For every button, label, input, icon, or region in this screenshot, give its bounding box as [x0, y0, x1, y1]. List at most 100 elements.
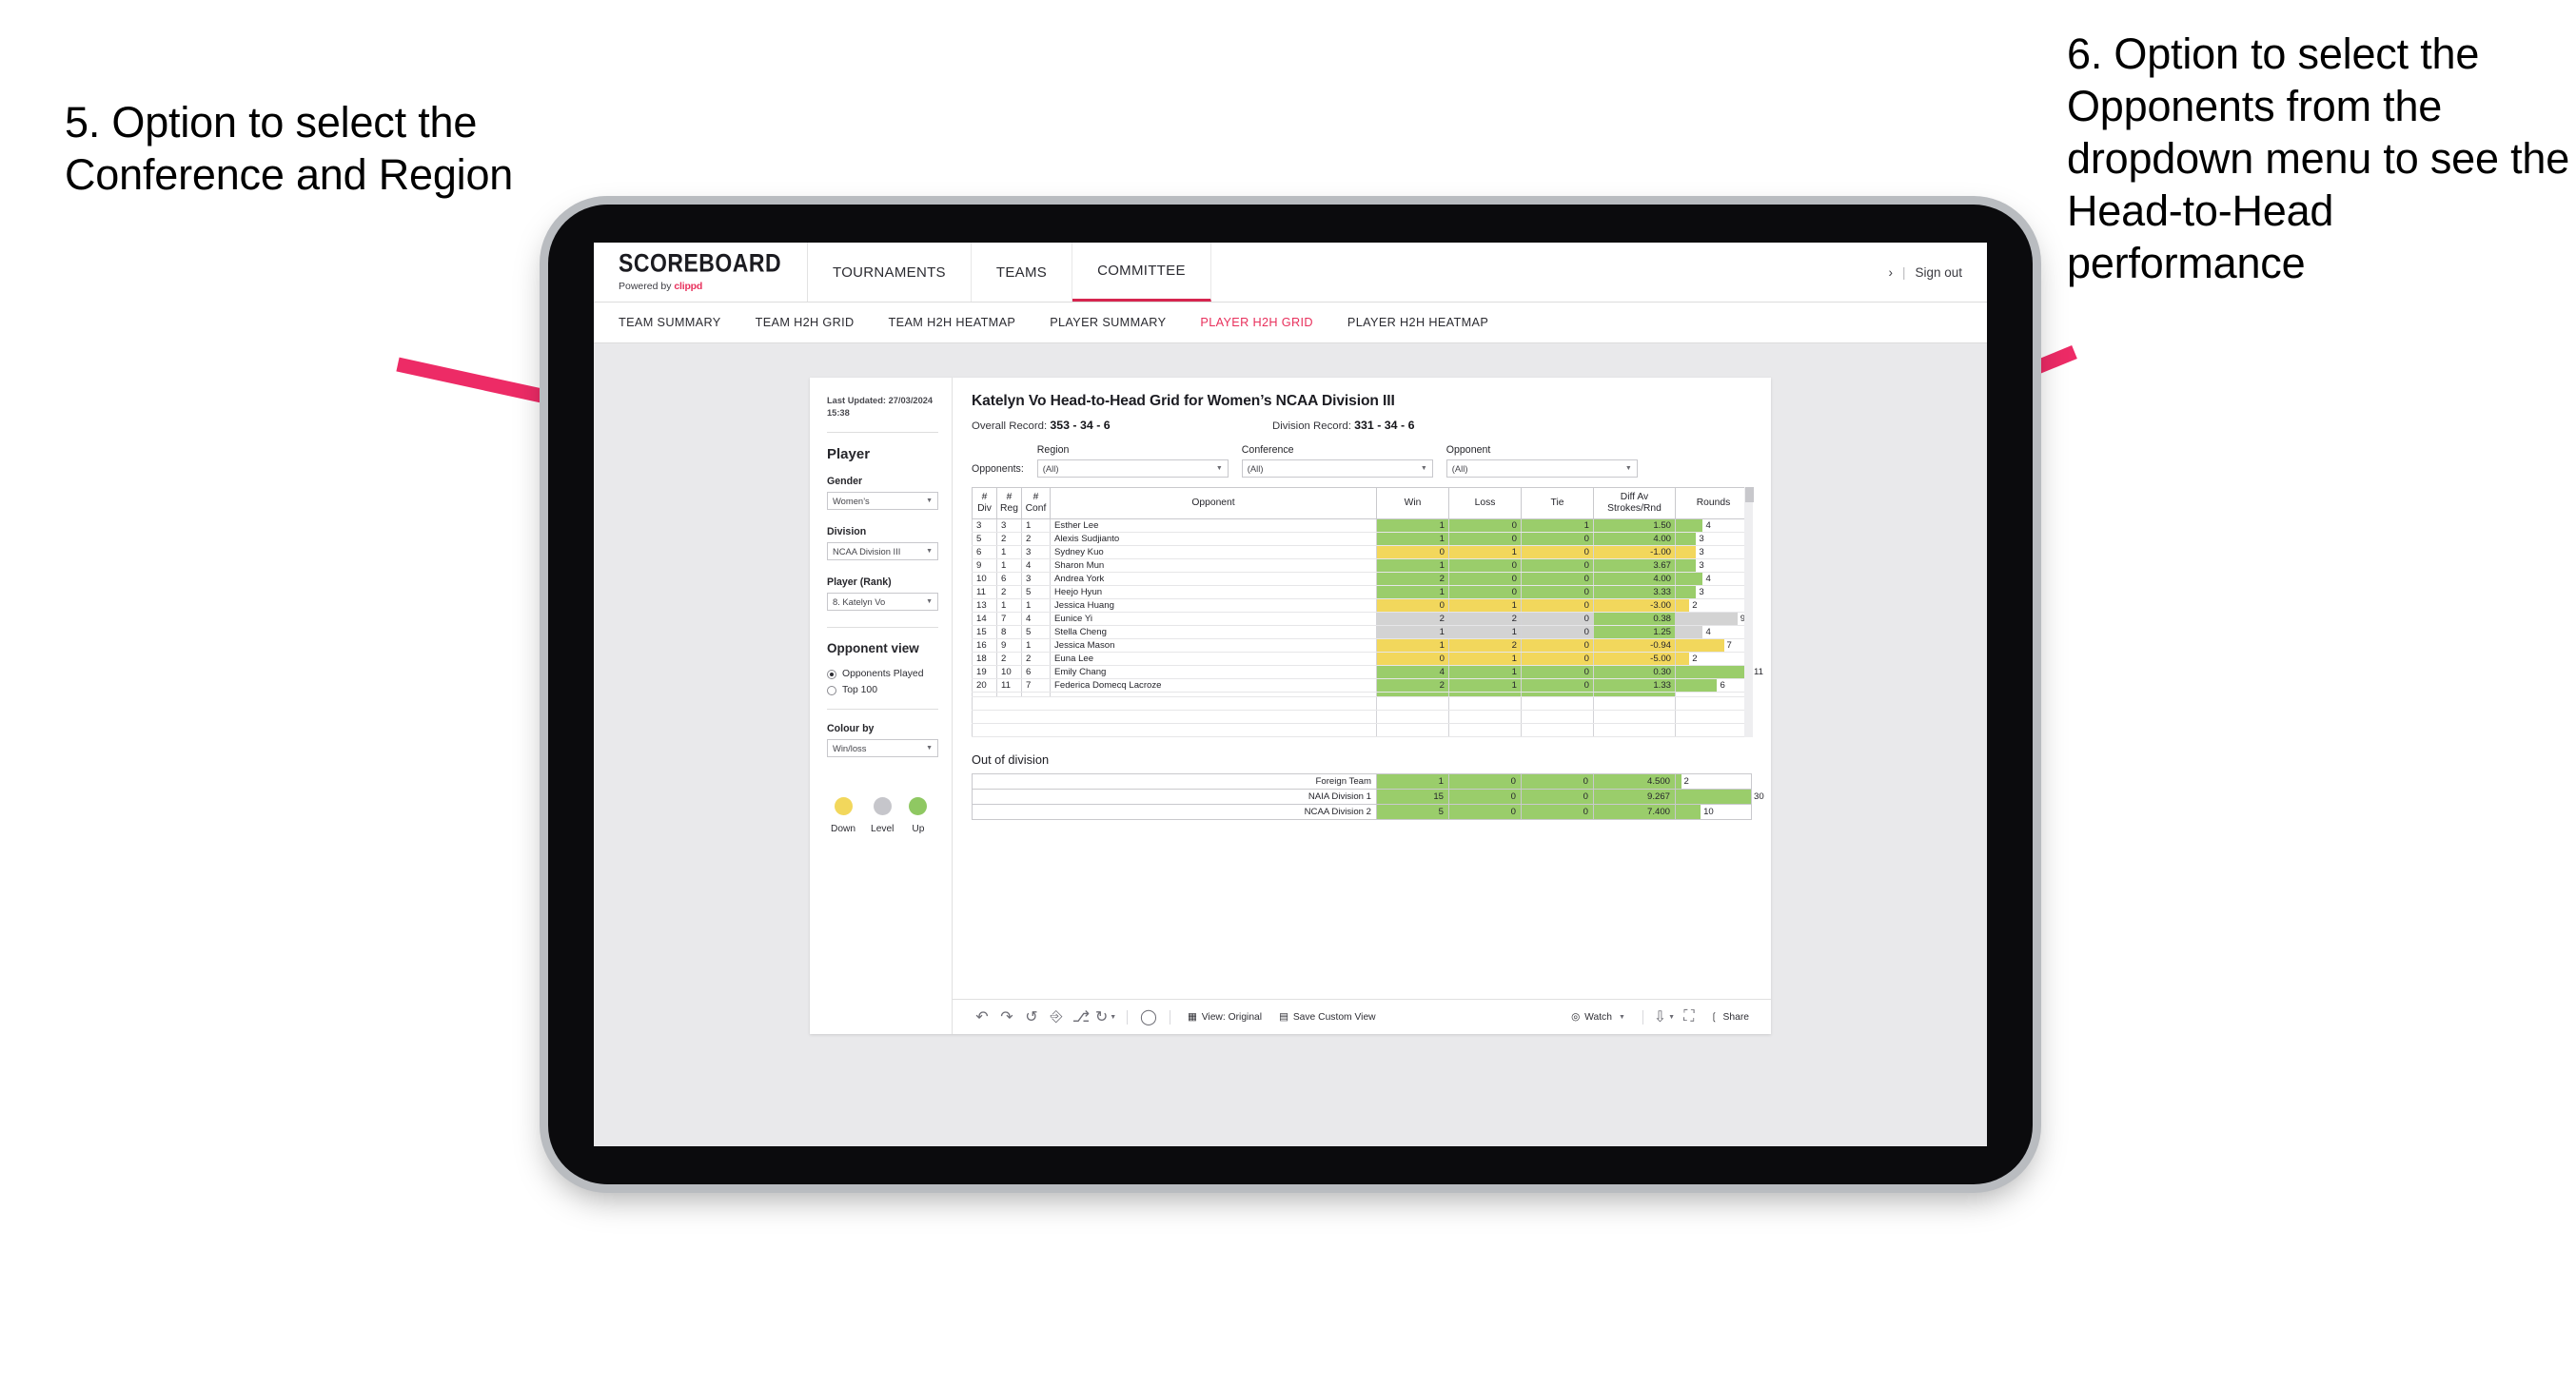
table-cell: 0 [1521, 598, 1594, 614]
table-cell: 1 [1376, 558, 1449, 574]
grid-col-header[interactable]: Tie [1521, 486, 1594, 520]
view-original-button[interactable]: ▦ View: Original [1179, 1011, 1270, 1024]
share-label: Share [1722, 1011, 1749, 1023]
radio-opponents-played[interactable]: Opponents Played [827, 669, 938, 679]
rounds-bar [1676, 626, 1703, 639]
grid-scroll-thumb[interactable] [1745, 487, 1754, 502]
table-row[interactable]: 10 6 3 Andrea York 2 0 0 4.00 4 [972, 572, 1752, 587]
watch-button[interactable]: ◎ Watch ▼ [1563, 1011, 1634, 1024]
radio-label-opponents-played: Opponents Played [842, 669, 924, 680]
table-cell: 14 [972, 612, 997, 627]
redo-icon[interactable]: ↷ [994, 1005, 1019, 1029]
grid-body: 3 3 1 Esther Lee 1 0 1 1.50 4 5 2 2 Alexis Sudjianto… [972, 518, 1763, 738]
grid-col-header[interactable]: # Conf [1021, 486, 1051, 520]
grid-col-header[interactable]: Loss [1448, 486, 1522, 520]
colour-by-select[interactable]: Win/loss ▼ [827, 739, 938, 758]
table-row[interactable]: 14 7 4 Eunice Yi 2 2 0 0.38 9 [972, 612, 1752, 627]
table-cell: 1 [996, 598, 1022, 614]
grid-col-header[interactable]: Diff Av Strokes/Rnd [1593, 486, 1676, 520]
opponent-value: (All) [1451, 463, 1468, 474]
gender-select[interactable]: Women’s ▼ [827, 492, 938, 511]
table-cell: 3 [1021, 572, 1051, 587]
refresh-data-icon[interactable]: ⎆ [1044, 1005, 1069, 1029]
rounds-bar-cell: 2 [1675, 598, 1752, 614]
region-select[interactable]: (All) ▼ [1036, 459, 1229, 478]
table-row[interactable]: 16 9 1 Jessica Mason 1 2 0 -0.94 7 [972, 638, 1752, 654]
table-cell: Emily Chang [1050, 665, 1377, 680]
pause-updates-icon[interactable]: ⎇ [1069, 1005, 1093, 1029]
table-row[interactable]: 19 10 6 Emily Chang 4 1 0 0.30 11 [972, 665, 1763, 680]
radio-top-100[interactable]: Top 100 [827, 685, 938, 695]
chevron-right-icon[interactable]: › [1888, 265, 1893, 280]
table-cell: 4.00 [1593, 532, 1676, 547]
undo-icon[interactable]: ↶ [970, 1005, 994, 1029]
conference-select[interactable]: (All) ▼ [1241, 459, 1433, 478]
legend-item-down: Down [831, 797, 855, 834]
table-row[interactable]: 18 2 2 Euna Lee 0 1 0 -5.00 2 [972, 652, 1752, 667]
legend-label-up: Up [912, 824, 925, 835]
h2h-grid-table: # Div # Reg # Conf Opponent Win Loss Tie Diff Av St… [972, 486, 1763, 738]
device-preview-icon[interactable]: ◯ [1136, 1005, 1161, 1029]
table-cell: 1 [1448, 652, 1522, 667]
conference-filter: Conference (All) ▼ [1241, 444, 1433, 478]
subnav-item-team-summary[interactable]: TEAM SUMMARY [619, 316, 742, 329]
conference-label: Conference [1241, 444, 1294, 456]
table-row[interactable]: 5 2 2 Alexis Sudjianto 1 0 0 4.00 3 [972, 532, 1752, 547]
topnav-item-tournaments[interactable]: TOURNAMENTS [808, 243, 972, 302]
table-row[interactable]: 11 2 5 Heejo Hyun 1 0 0 3.33 3 [972, 585, 1752, 600]
save-custom-view-button[interactable]: ▤ Save Custom View [1270, 1011, 1385, 1024]
revert-icon[interactable]: ↺ [1019, 1005, 1044, 1029]
subnav-item-team-h2h-heatmap[interactable]: TEAM H2H HEATMAP [889, 316, 1037, 329]
table-row[interactable]: 15 8 5 Stella Cheng 1 1 0 1.25 4 [972, 625, 1752, 640]
table-row[interactable]: 3 3 1 Esther Lee 1 0 1 1.50 4 [972, 518, 1752, 534]
subnav-item-team-h2h-grid[interactable]: TEAM H2H GRID [756, 316, 875, 329]
fullscreen-icon[interactable]: ⛶ [1677, 1005, 1701, 1029]
tablet-screen: SCOREBOARD Powered by clippd TOURNAMENTS… [594, 243, 1987, 1146]
grid-col-header[interactable]: # Div [972, 486, 997, 520]
table-cell: 6 [1021, 665, 1051, 680]
subnav-item-player-h2h-heatmap[interactable]: PLAYER H2H HEATMAP [1347, 316, 1509, 329]
header-right-group: › | Sign out [1888, 243, 1987, 302]
brand-logo[interactable]: SCOREBOARD Powered by clippd [594, 243, 808, 302]
opponent-select[interactable]: (All) ▼ [1445, 459, 1638, 478]
table-row[interactable]: NCAA Division 2 5 0 0 7.400 10 [972, 804, 1752, 821]
rounds-bar [1676, 613, 1738, 626]
player-rank-select[interactable]: 8. Katelyn Vo ▼ [827, 593, 938, 612]
table-row[interactable]: 13 1 1 Jessica Huang 0 1 0 -3.00 2 [972, 598, 1752, 614]
division-record: Division Record: 331 - 34 - 6 [1272, 419, 1414, 432]
download-icon[interactable]: ⇩ ▼ [1652, 1005, 1677, 1029]
share-button[interactable]: ❲ Share [1701, 1011, 1758, 1024]
grid-col-header[interactable]: Win [1376, 486, 1449, 520]
table-cell: Heejo Hyun [1050, 585, 1377, 600]
table-cell: 1 [1376, 773, 1449, 791]
grid-col-header[interactable]: # Reg [996, 486, 1022, 520]
out-of-division-heading: Out of division [972, 752, 1050, 768]
chevron-down-icon: ▼ [1624, 465, 1632, 472]
topnav-item-teams[interactable]: TEAMS [972, 243, 1073, 302]
table-cell: 0 [1521, 652, 1594, 667]
grid-col-header[interactable]: Rounds [1675, 486, 1752, 520]
division-select[interactable]: NCAA Division III ▼ [827, 542, 938, 561]
legend-label-level: Level [871, 824, 895, 835]
grid-scrollbar[interactable] [1744, 487, 1754, 737]
rounds-bar [1676, 679, 1718, 693]
table-cell: Euna Lee [1050, 652, 1377, 667]
grid-col-header[interactable]: Opponent [1050, 486, 1377, 520]
table-cell: Jessica Mason [1050, 638, 1377, 654]
table-row[interactable]: 9 1 4 Sharon Mun 1 0 0 3.67 3 [972, 558, 1752, 574]
sign-out-link[interactable]: Sign out [1915, 265, 1962, 280]
table-cell: 0 [1448, 585, 1522, 600]
rounds-bar [1676, 573, 1703, 586]
table-row[interactable]: Foreign Team 1 0 0 4.500 2 [972, 773, 1752, 791]
rounds-value: 2 [1692, 654, 1698, 665]
brand-name: SCOREBOARD [619, 247, 782, 278]
table-row[interactable]: 6 1 3 Sydney Kuo 0 1 0 -1.00 3 [972, 545, 1752, 560]
subnav-item-player-summary[interactable]: PLAYER SUMMARY [1050, 316, 1187, 329]
colour-by-label: Colour by [827, 723, 875, 735]
subnav-item-player-h2h-grid[interactable]: PLAYER H2H GRID [1200, 316, 1334, 329]
topnav-item-committee[interactable]: COMMITTEE [1072, 243, 1211, 302]
table-row[interactable]: 20 11 7 Federica Domecq Lacroze 2 1 0 1.33 6 [972, 678, 1752, 693]
presentation-icon[interactable]: ↻ ▼ [1093, 1005, 1118, 1029]
table-cell: 0 [1521, 773, 1594, 791]
table-row[interactable]: NAIA Division 1 15 0 0 9.267 30 [972, 789, 1764, 806]
